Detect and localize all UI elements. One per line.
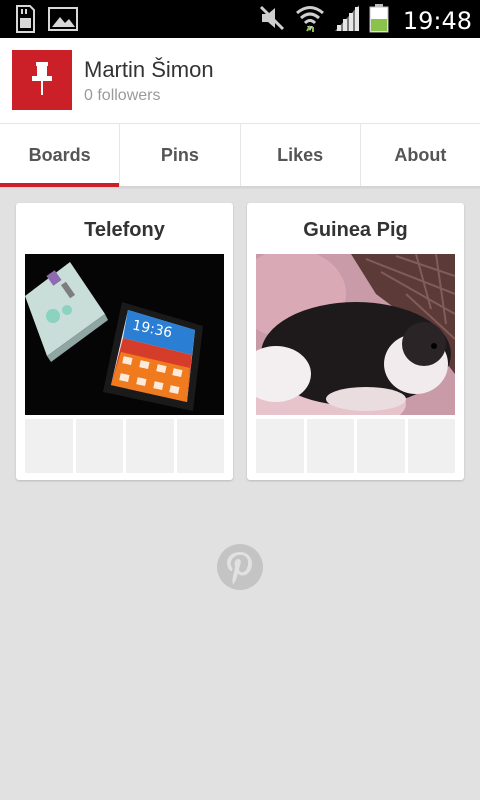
tab-about[interactable]: About [361, 124, 480, 186]
status-bar: 19:48 [0, 0, 480, 38]
gallery-icon [48, 5, 78, 38]
thumbnail-placeholder [126, 419, 174, 473]
sd-card-icon [14, 5, 36, 38]
tab-boards[interactable]: Boards [0, 124, 121, 187]
followers-count[interactable]: 0 followers [84, 87, 160, 105]
profile-tabs: Boards Pins Likes About [0, 124, 480, 187]
board-card-guinea-pig[interactable]: Guinea Pig [247, 203, 464, 480]
status-time: 19:48 [402, 6, 472, 35]
board-title: Guinea Pig [303, 219, 408, 241]
battery-icon [369, 3, 389, 38]
profile-header: Martin Šimon 0 followers [0, 38, 480, 124]
thumbnail-placeholder [25, 419, 73, 473]
mute-icon [257, 3, 287, 38]
board-title: Telefony [84, 219, 165, 241]
tab-likes[interactable]: Likes [241, 124, 361, 186]
thumbnail-placeholder [75, 419, 123, 473]
guinea-pig-photo[interactable] [256, 254, 455, 415]
pinterest-logo-icon [217, 544, 263, 590]
board-thumbnails [256, 419, 455, 473]
thumbnail-placeholder [357, 419, 405, 473]
profile-name: Martin Šimon [84, 57, 214, 82]
thumbnail-placeholder [256, 419, 304, 473]
board-thumbnails [25, 419, 224, 473]
thumbnail-placeholder [407, 419, 455, 473]
wifi-icon [295, 3, 325, 38]
tab-pins[interactable]: Pins [120, 124, 241, 186]
signal-icon [333, 3, 361, 38]
avatar[interactable] [12, 50, 72, 110]
thumbnail-placeholder [176, 419, 224, 473]
board-card-telefony[interactable]: Telefony 19:36 [16, 203, 233, 480]
phones-photo[interactable]: 19:36 [25, 254, 224, 415]
thumbnail-placeholder [306, 419, 354, 473]
pushpin-icon [32, 62, 52, 95]
